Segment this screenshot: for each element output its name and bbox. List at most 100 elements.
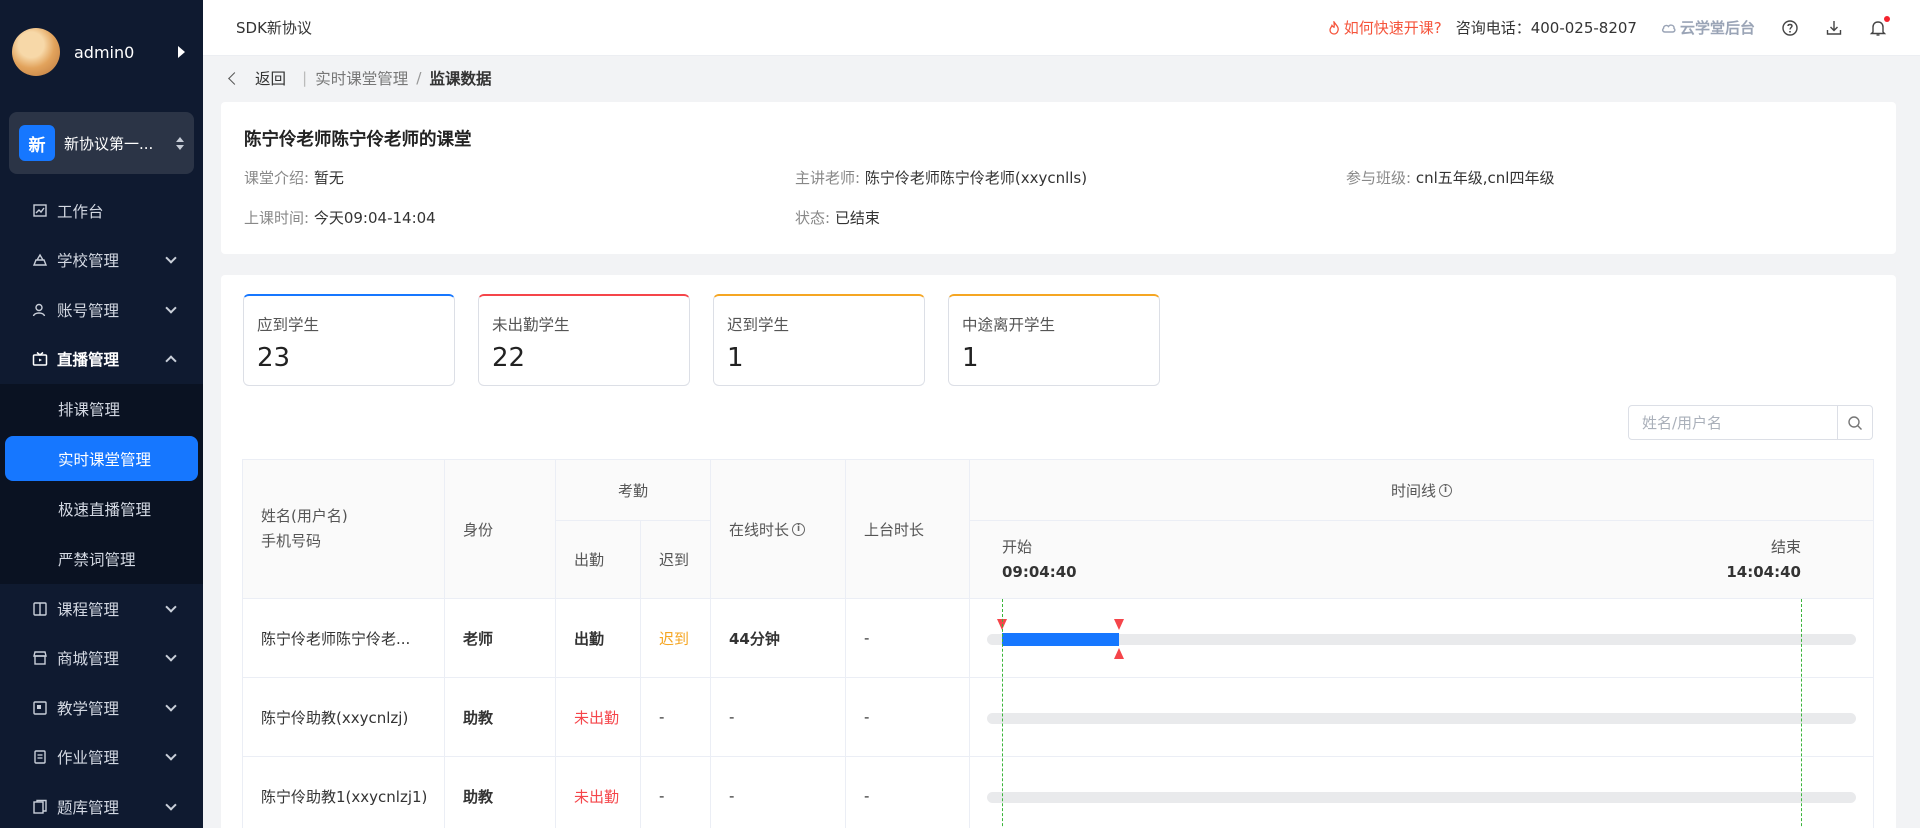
menu-label: 题库管理 <box>57 798 120 817</box>
cell-late: - <box>641 757 711 828</box>
menu-item-course[interactable]: 课程管理 <box>0 584 203 634</box>
bell-icon[interactable] <box>1869 15 1890 37</box>
stage-text: - <box>864 787 870 805</box>
present-text: 未出勤 <box>574 787 620 806</box>
stat-value: 23 <box>257 343 291 373</box>
back-chevron-icon[interactable] <box>228 71 241 85</box>
stat-left-early-students[interactable]: 中途离开学生 1 <box>948 294 1160 386</box>
header-late: 迟到 <box>641 521 711 599</box>
submenu-item-fast-live[interactable]: 极速直播管理 <box>0 484 203 534</box>
online-text: - <box>729 708 735 726</box>
menu-label: 课程管理 <box>57 600 120 619</box>
homework-icon <box>32 749 48 765</box>
stat-expected-students[interactable]: 应到学生 23 <box>243 294 455 386</box>
chevron-down-icon <box>165 302 177 314</box>
stat-late-students[interactable]: 迟到学生 1 <box>713 294 925 386</box>
menu-item-workbench[interactable]: 工作台 <box>0 186 203 236</box>
header-role: 身份 <box>445 459 556 599</box>
backend-text: 云学堂后台 <box>1679 19 1755 37</box>
cell-present: 出勤 <box>556 599 641 678</box>
stat-absent-students[interactable]: 未出勤学生 22 <box>478 294 690 386</box>
join-marker-icon[interactable] <box>1114 618 1125 630</box>
cell-stage: - <box>846 678 970 757</box>
chart-icon <box>32 203 48 219</box>
present-text: 出勤 <box>574 629 605 648</box>
online-segment-bar[interactable] <box>1002 632 1120 646</box>
timeline-track <box>987 712 1856 724</box>
course-time: 上课时间: 今天09:04-14:04 <box>244 207 436 228</box>
cell-late: - <box>641 678 711 757</box>
school-switcher[interactable]: 新 新协议第一... <box>9 112 194 174</box>
start-label: 开始 <box>1002 538 1033 556</box>
cell-role: 助教 <box>445 757 556 828</box>
time-label: 上课时间: <box>244 209 310 227</box>
submenu-item-realtime-class[interactable]: 实时课堂管理 <box>5 436 198 481</box>
course-classes: 参与班级: cnl五年级,cnl四年级 <box>1346 167 1554 188</box>
menu-item-teaching[interactable]: 教学管理 <box>0 683 203 733</box>
submenu-item-schedule[interactable]: 排课管理 <box>0 384 203 434</box>
cell-online: - <box>711 757 846 828</box>
backend-link[interactable]: 云学堂后台 <box>1661 17 1755 38</box>
status-label: 状态: <box>795 209 831 227</box>
search-input[interactable] <box>1629 406 1837 439</box>
header-attendance: 考勤 <box>556 459 711 521</box>
online-text: 44分钟 <box>729 629 780 648</box>
menu-item-homework[interactable]: 作业管理 <box>0 733 203 783</box>
cell-name: 陈宁伶助教(xxycnlzj) <box>242 678 445 757</box>
cell-present: 未出勤 <box>556 678 641 757</box>
header-timeline-label: 时间线 <box>1390 481 1436 500</box>
help-icon[interactable] <box>1781 19 1799 37</box>
menu-label: 账号管理 <box>57 301 120 320</box>
download-icon[interactable] <box>1825 19 1843 37</box>
class-value: cnl五年级,cnl四年级 <box>1415 169 1555 187</box>
breadcrumb-separator: / <box>416 69 422 87</box>
name-text: 陈宁伶助教(xxycnlzj) <box>261 708 409 727</box>
info-icon[interactable]: i <box>792 522 806 536</box>
stage-text: - <box>864 708 870 726</box>
name-text: 陈宁伶老师陈宁伶老... <box>261 629 411 648</box>
role-text: 助教 <box>463 787 494 806</box>
header-online-label: 在线时长 <box>729 520 790 539</box>
present-text: 未出勤 <box>574 708 620 727</box>
start-time: 09:04:40 <box>1002 563 1077 581</box>
question-bank-icon <box>32 799 48 815</box>
course-status: 状态: 已结束 <box>795 207 880 228</box>
menu-label: 作业管理 <box>57 749 120 768</box>
back-button[interactable]: 返回 <box>255 67 286 89</box>
avatar[interactable] <box>12 28 60 76</box>
notification-dot <box>1884 15 1890 22</box>
app-title: SDK新协议 <box>236 19 312 37</box>
teacher-value: 陈宁伶老师陈宁伶老师(xxycnlls) <box>864 169 1088 187</box>
chevron-up-icon <box>165 355 177 367</box>
menu-item-live[interactable]: 直播管理 <box>0 335 203 385</box>
breadcrumb-parent[interactable]: 实时课堂管理 <box>315 67 408 89</box>
search-button[interactable] <box>1837 406 1872 439</box>
cell-late: 迟到 <box>641 599 711 678</box>
search-box <box>1628 405 1873 440</box>
chevron-down-icon <box>165 799 177 811</box>
course-info-card: 陈宁伶老师陈宁伶老师的课堂 课堂介绍: 暂无 主讲老师: 陈宁伶老师陈宁伶老师(… <box>221 102 1896 254</box>
user-box[interactable]: admin0 <box>0 0 203 104</box>
stage-text: - <box>864 629 870 647</box>
late-text: - <box>659 787 665 805</box>
menu-item-shop[interactable]: 商城管理 <box>0 634 203 684</box>
quick-start-link[interactable]: 如何快速开课? <box>1328 17 1442 38</box>
end-label: 结束 <box>1770 538 1801 556</box>
menu-item-account[interactable]: 账号管理 <box>0 285 203 335</box>
caret-right-icon[interactable] <box>178 46 185 58</box>
school-badge: 新 <box>19 125 55 161</box>
cell-name: 陈宁伶助教1(xxycnlzj1) <box>242 757 445 828</box>
cell-role: 助教 <box>445 678 556 757</box>
shop-icon <box>32 650 48 666</box>
info-icon[interactable]: i <box>1439 483 1452 497</box>
live-icon <box>32 351 48 367</box>
submenu-item-banned-words[interactable]: 严禁词管理 <box>0 534 203 584</box>
start-guide-line <box>1002 599 1003 828</box>
username: admin0 <box>74 42 135 62</box>
quick-start-text: 如何快速开课? <box>1343 19 1442 37</box>
leave-marker-icon[interactable] <box>1114 647 1125 659</box>
menu-item-school[interactable]: 学校管理 <box>0 236 203 286</box>
menu-item-question-bank[interactable]: 题库管理 <box>0 782 203 828</box>
header-online-duration: 在线时长 i <box>711 459 846 599</box>
stat-value: 1 <box>962 343 979 373</box>
